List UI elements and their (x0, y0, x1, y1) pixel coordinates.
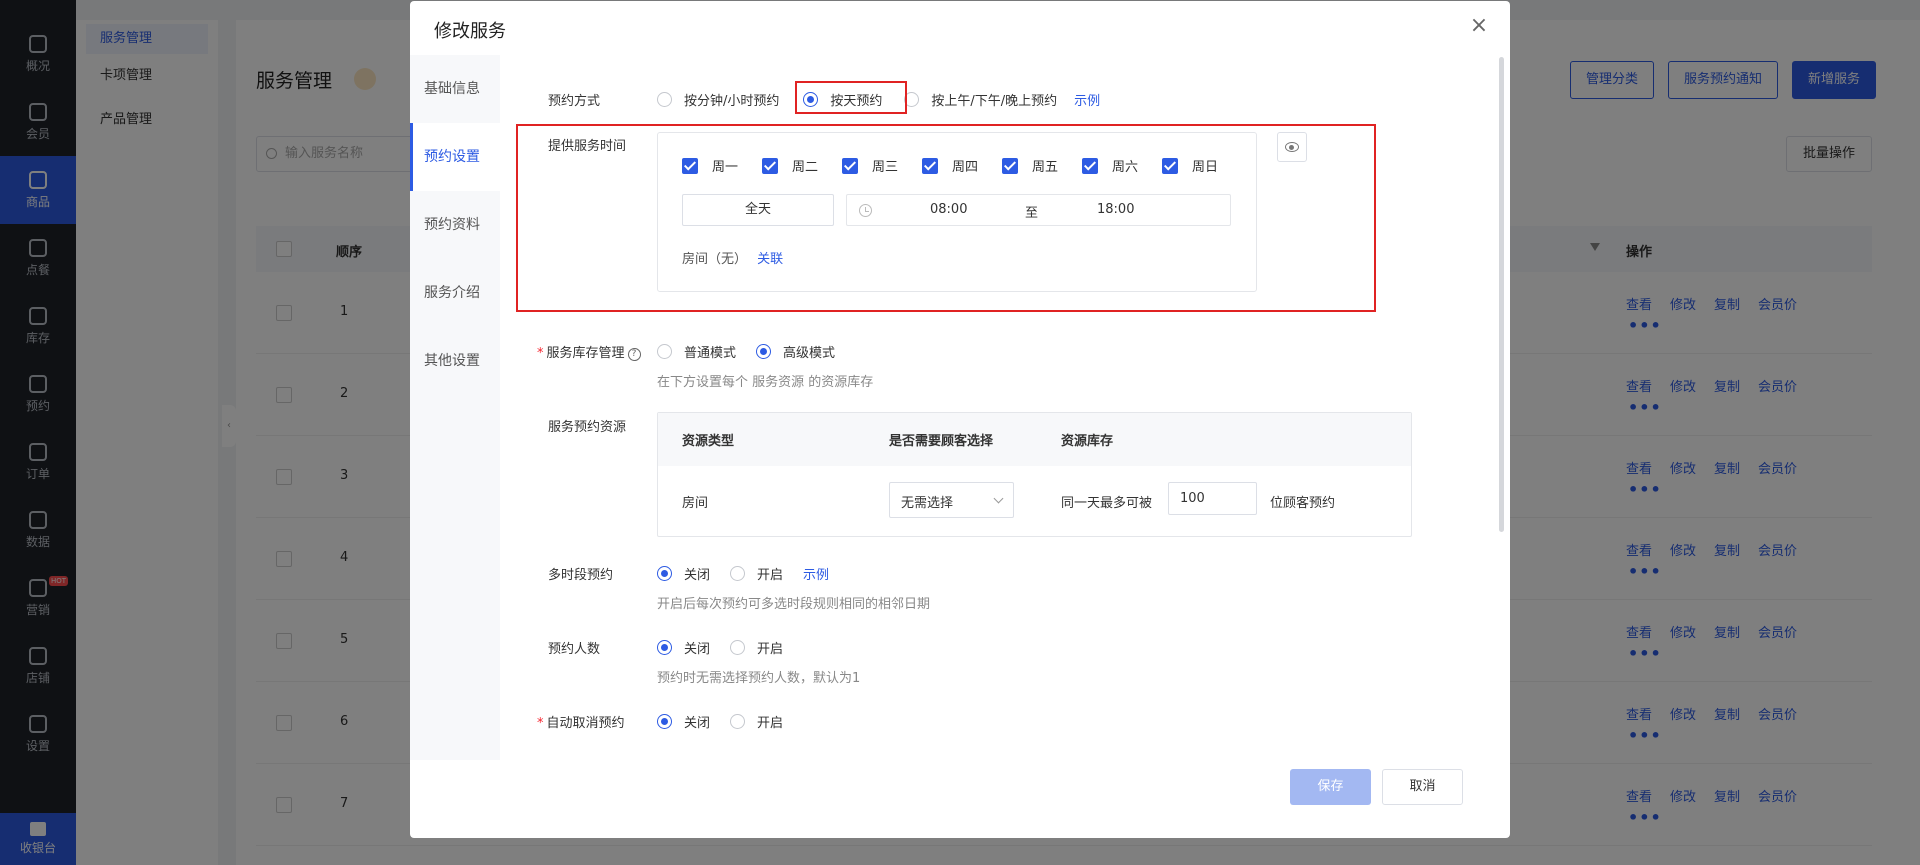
chevron-down-icon (993, 493, 1004, 504)
checkbox-checked-icon (1002, 157, 1018, 174)
resources-label: 服务预约资源 (548, 420, 627, 435)
radio-auto-cancel-on[interactable]: 开启 (730, 712, 783, 731)
radio-advanced-mode[interactable]: 高级模式 (756, 342, 835, 361)
multi-slot-group: 关闭 开启 示例 (657, 564, 829, 583)
save-button[interactable]: 保存 (1290, 769, 1371, 805)
weekday-checkbox[interactable]: 周日 (1162, 156, 1242, 175)
start-time[interactable]: 08:00 (930, 202, 967, 217)
help-icon[interactable]: ? (627, 348, 641, 361)
checkbox-checked-icon (1162, 157, 1178, 174)
modal-scrollbar[interactable] (1499, 57, 1504, 532)
radio-multi-slot-off[interactable]: 关闭 (657, 564, 710, 583)
inventory-mode-group: 普通模式 高级模式 (657, 342, 855, 361)
col-customer-select: 是否需要顾客选择 (889, 434, 994, 449)
checkbox-checked-icon (842, 157, 858, 174)
weekday-checkbox[interactable]: 周二 (762, 156, 842, 175)
modal-title: 修改服务 (434, 21, 506, 42)
col-resource-stock: 资源库存 (1061, 434, 1114, 449)
multi-slot-hint: 开启后每次预约可多选时段规则相同的相邻日期 (657, 597, 931, 612)
eye-icon (1285, 142, 1299, 152)
auto-cancel-group: 关闭 开启 (657, 712, 803, 731)
tab-other-settings[interactable]: 其他设置 (410, 327, 500, 395)
tab-service-intro[interactable]: 服务介绍 (410, 259, 500, 327)
inventory-hint: 在下方设置每个 服务资源 的资源库存 (657, 375, 874, 390)
people-label: 预约人数 (548, 642, 601, 657)
clock-icon (859, 204, 872, 217)
radio-normal-mode[interactable]: 普通模式 (657, 342, 736, 361)
customer-select-dropdown[interactable]: 无需选择 (889, 482, 1014, 518)
multi-slot-example-link[interactable]: 示例 (803, 564, 829, 583)
end-time[interactable]: 18:00 (1097, 202, 1134, 217)
highlight-by-day (795, 81, 907, 114)
multi-slot-label: 多时段预约 (548, 568, 614, 583)
tab-basic-info[interactable]: 基础信息 (410, 55, 500, 123)
stock-input[interactable]: 100 (1168, 482, 1257, 515)
checkbox-checked-icon (682, 157, 698, 174)
checkbox-checked-icon (1082, 157, 1098, 174)
people-group: 关闭 开启 (657, 638, 803, 657)
radio-multi-slot-on[interactable]: 开启 (730, 564, 783, 583)
tab-booking-data[interactable]: 预约资料 (410, 191, 500, 259)
radio-by-period[interactable]: 按上午/下午/晚上预约 (904, 90, 1057, 109)
stock-prefix: 同一天最多可被 (1061, 496, 1153, 511)
checkbox-checked-icon (922, 157, 938, 174)
booking-method-label: 预约方式 (548, 94, 601, 109)
service-time-panel: 周一 周二 周三 周四 周五 周六 周日 全天 08:00 至 18:00 房间（无） 关联 (657, 132, 1257, 292)
weekday-checkbox[interactable]: 周三 (842, 156, 922, 175)
preview-button[interactable] (1277, 132, 1307, 162)
weekday-checkbox[interactable]: 周一 (682, 156, 762, 175)
tab-booking-settings[interactable]: 预约设置 (410, 123, 500, 191)
stock-suffix: 位顾客预约 (1270, 496, 1336, 511)
radio-people-on[interactable]: 开启 (730, 638, 783, 657)
table-row: 房间 无需选择 同一天最多可被 100 位顾客预约 (658, 466, 1411, 536)
modal-tabs: 基础信息 预约设置 预约资料 服务介绍 其他设置 (410, 55, 500, 760)
booking-method-example-link[interactable]: 示例 (1074, 90, 1100, 109)
radio-auto-cancel-off[interactable]: 关闭 (657, 712, 710, 731)
col-resource-type: 资源类型 (682, 434, 735, 449)
service-time-label: 提供服务时间 (548, 139, 627, 154)
weekday-checkbox[interactable]: 周五 (1002, 156, 1082, 175)
people-hint: 预约时无需选择预约人数，默认为1 (657, 671, 861, 686)
weekday-checkbox[interactable]: 周四 (922, 156, 1002, 175)
checkbox-checked-icon (762, 157, 778, 174)
edit-service-modal: 修改服务 × 基础信息 预约设置 预约资料 服务介绍 其他设置 预约方式 按分钟… (410, 1, 1510, 838)
weekday-checkbox[interactable]: 周六 (1082, 156, 1162, 175)
resource-type-cell: 房间 (682, 496, 709, 511)
cancel-button[interactable]: 取消 (1382, 769, 1463, 805)
time-separator: 至 (1025, 206, 1039, 221)
auto-cancel-label: * 自动取消预约 (537, 716, 625, 731)
room-text: 房间（无） (682, 252, 748, 267)
radio-people-off[interactable]: 关闭 (657, 638, 710, 657)
resources-table: 资源类型 是否需要顾客选择 资源库存 房间 无需选择 同一天最多可被 100 位… (657, 412, 1412, 537)
room-link[interactable]: 关联 (757, 252, 783, 267)
close-icon[interactable]: × (1468, 15, 1490, 37)
inventory-label: * 服务库存管理? (537, 342, 641, 361)
all-day-button[interactable]: 全天 (682, 194, 834, 226)
time-range-picker[interactable]: 08:00 至 18:00 (846, 194, 1231, 226)
radio-by-minute[interactable]: 按分钟/小时预约 (657, 90, 779, 109)
